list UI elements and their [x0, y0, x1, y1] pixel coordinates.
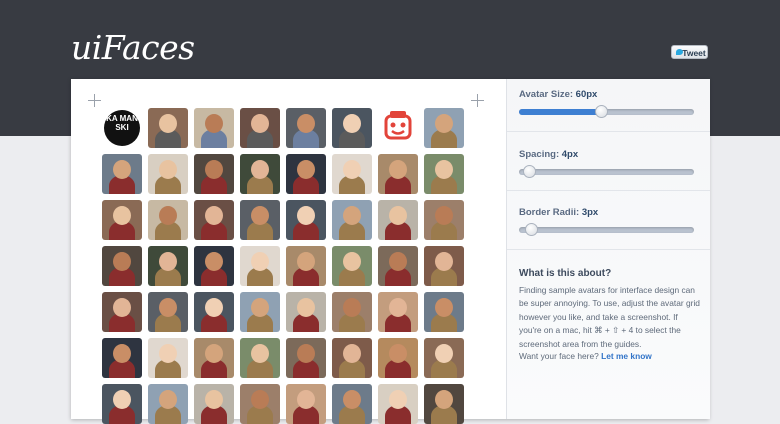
about-title: What is this about?: [519, 268, 612, 279]
avatar-image: [332, 154, 372, 194]
red-mascot-avatar: [380, 110, 416, 144]
slider-handle[interactable]: [523, 165, 536, 178]
avatar-image: [332, 384, 372, 424]
avatar-image: [378, 246, 418, 286]
avatar-image: [102, 154, 142, 194]
avatar-image: [286, 108, 326, 148]
avatar-image: [286, 338, 326, 378]
avatar-image: [424, 154, 464, 194]
avatar-image: [286, 384, 326, 424]
spacing-control: Spacing: 4px: [519, 149, 697, 178]
avatar-image: [286, 154, 326, 194]
avatar-image: [378, 338, 418, 378]
tweet-button[interactable]: Tweet: [671, 45, 708, 59]
divider: [507, 190, 710, 191]
border-radii-control: Border Radii: 3px: [519, 207, 697, 236]
spacing-label: Spacing: 4px: [519, 149, 579, 160]
avatar-image: [332, 292, 372, 332]
avatar-image: [240, 108, 280, 148]
slider-handle[interactable]: [525, 223, 538, 236]
avatar-image: [194, 200, 234, 240]
avatar-image: [286, 292, 326, 332]
tweet-label: Tweet: [682, 48, 706, 58]
avatar-image: [286, 246, 326, 286]
crosshair-guide-icon: [88, 94, 101, 107]
border-radii-value: 3px: [581, 207, 599, 218]
kamanski-logo-avatar: KA MAN SKI: [104, 110, 140, 146]
avatar-image: [424, 246, 464, 286]
avatar-image: [148, 154, 188, 194]
avatar-image: [194, 154, 234, 194]
avatar-image: [424, 108, 464, 148]
crosshair-guide-icon: [471, 94, 484, 107]
avatar-image: [332, 338, 372, 378]
avatar-image: [286, 200, 326, 240]
avatar-image: [102, 200, 142, 240]
slider-handle[interactable]: [595, 105, 608, 118]
about-text: Finding sample avatars for interface des…: [519, 285, 700, 349]
avatar-image: [332, 246, 372, 286]
avatar-image: [194, 246, 234, 286]
avatar-image: [424, 338, 464, 378]
avatar-image: [148, 384, 188, 424]
avatar-image: [148, 108, 188, 148]
avatar-image: [194, 108, 234, 148]
avatar-image: [240, 154, 280, 194]
avatar-size-slider[interactable]: [519, 105, 694, 118]
avatar-image: [378, 200, 418, 240]
avatar-image: [148, 338, 188, 378]
divider: [507, 131, 710, 132]
settings-sidebar: Avatar Size: 60px Spacing: 4px Border Ra…: [506, 79, 710, 419]
avatar-image: [148, 246, 188, 286]
twitter-bird-icon: [676, 49, 683, 55]
avatar-image: [424, 384, 464, 424]
slider-fill: [519, 109, 601, 115]
avatar-image: [148, 200, 188, 240]
avatar-image: [240, 384, 280, 424]
avatar-image: [194, 292, 234, 332]
let-me-know-link[interactable]: Let me know: [601, 351, 652, 361]
avatar-image: [102, 384, 142, 424]
spacing-slider[interactable]: [519, 165, 694, 178]
border-radii-label: Border Radii: 3px: [519, 207, 599, 218]
avatar-image: [102, 246, 142, 286]
avatar-image: [148, 292, 188, 332]
avatar-size-control: Avatar Size: 60px: [519, 89, 697, 118]
avatar-image: [102, 338, 142, 378]
want-your-face: Want your face here? Let me know: [519, 351, 652, 361]
avatar-image: [240, 246, 280, 286]
avatar-image: [424, 200, 464, 240]
avatar-image: [194, 384, 234, 424]
site-logo[interactable]: uiFaces: [71, 28, 195, 67]
avatar-image: [378, 384, 418, 424]
avatar-image: [240, 338, 280, 378]
avatar-image: [378, 154, 418, 194]
avatar-image: [332, 200, 372, 240]
avatar-image: [240, 200, 280, 240]
avatar-image: [378, 292, 418, 332]
avatar-image: [240, 292, 280, 332]
avatar-image: [424, 292, 464, 332]
avatar-size-value: 60px: [575, 89, 598, 100]
avatar-image: [102, 292, 142, 332]
avatar-image: [194, 338, 234, 378]
avatar-size-label: Avatar Size: 60px: [519, 89, 598, 100]
spacing-value: 4px: [561, 149, 579, 160]
avatar-image: [332, 108, 372, 148]
divider: [507, 249, 710, 250]
border-radii-slider[interactable]: [519, 223, 694, 236]
